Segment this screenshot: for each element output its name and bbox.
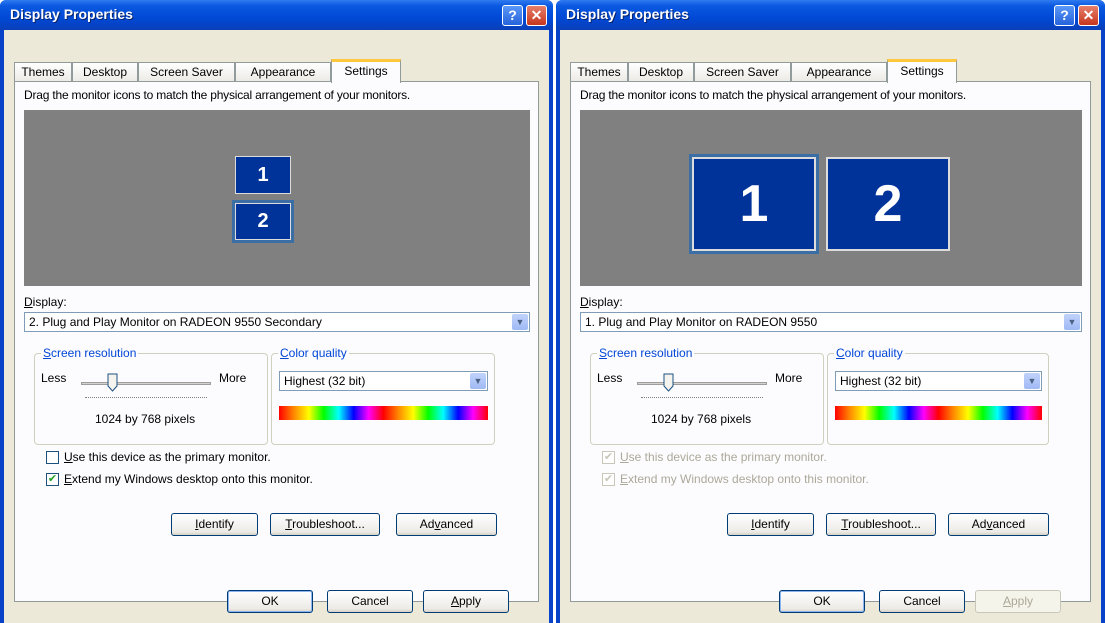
color-quality-value: Highest (32 bit) bbox=[840, 374, 922, 388]
cancel-button[interactable]: Cancel bbox=[327, 590, 413, 613]
color-quality-group: Color quality Highest (32 bit) ▼ bbox=[271, 346, 495, 445]
display-label: Display: bbox=[580, 295, 623, 309]
checkmark-icon: ✔ bbox=[603, 473, 614, 485]
window-title: Display Properties bbox=[566, 6, 689, 22]
color-quality-value: Highest (32 bit) bbox=[284, 374, 366, 388]
tab-settings[interactable]: Settings bbox=[887, 59, 957, 83]
instruction-text: Drag the monitor icons to match the phys… bbox=[24, 88, 411, 102]
tab-themes[interactable]: Themes bbox=[570, 62, 628, 81]
tab-appearance[interactable]: Appearance bbox=[235, 62, 331, 81]
ok-button[interactable]: OK bbox=[779, 590, 865, 613]
extend-desktop-label: Extend my Windows desktop onto this moni… bbox=[64, 472, 313, 486]
extend-desktop-checkbox[interactable]: ✔ bbox=[46, 473, 59, 486]
monitor-arrangement-area: 1 2 bbox=[580, 110, 1082, 286]
resolution-value: 1024 by 768 pixels bbox=[651, 412, 752, 426]
slider-ticks bbox=[85, 397, 207, 401]
question-mark-icon[interactable]: ? bbox=[502, 5, 523, 26]
apply-button[interactable]: Apply bbox=[423, 590, 509, 613]
close-x-icon[interactable]: ✕ bbox=[1078, 5, 1099, 26]
extend-desktop-checkbox[interactable]: ✔ bbox=[602, 473, 615, 486]
slider-thumb-icon[interactable] bbox=[107, 373, 118, 392]
display-properties-window-left: Display Properties ? ✕ Themes Desktop Sc… bbox=[0, 0, 553, 623]
checkmark-icon: ✔ bbox=[603, 451, 614, 463]
dialog-body: Themes Desktop Screen Saver Appearance S… bbox=[4, 30, 549, 623]
monitor-1[interactable]: 1 bbox=[235, 156, 291, 194]
color-spectrum-bar bbox=[279, 406, 488, 420]
extend-desktop-label: Extend my Windows desktop onto this moni… bbox=[620, 472, 869, 486]
monitor-arrangement-area: 1 2 bbox=[24, 110, 530, 286]
chevron-down-icon[interactable]: ▼ bbox=[512, 314, 528, 330]
window-title: Display Properties bbox=[10, 6, 133, 22]
tab-appearance[interactable]: Appearance bbox=[791, 62, 887, 81]
primary-monitor-label: Use this device as the primary monitor. bbox=[64, 450, 271, 464]
color-quality-title: Color quality bbox=[834, 346, 905, 360]
screen-resolution-group: Screen resolution Less More 1024 by 768 … bbox=[34, 346, 268, 445]
primary-monitor-checkbox[interactable] bbox=[46, 451, 59, 464]
dialog-body: Themes Desktop Screen Saver Appearance S… bbox=[560, 30, 1101, 623]
troubleshoot-button[interactable]: Troubleshoot... bbox=[826, 513, 936, 536]
close-x-icon[interactable]: ✕ bbox=[526, 5, 547, 26]
question-mark-icon[interactable]: ? bbox=[1054, 5, 1075, 26]
title-bar[interactable]: Display Properties ? ✕ bbox=[0, 0, 553, 30]
monitor-1[interactable]: 1 bbox=[689, 154, 819, 254]
chevron-down-icon[interactable]: ▼ bbox=[470, 373, 486, 389]
checkmark-icon: ✔ bbox=[47, 473, 58, 485]
less-label: Less bbox=[41, 371, 67, 385]
display-select[interactable]: 1. Plug and Play Monitor on RADEON 9550 … bbox=[580, 312, 1082, 332]
chevron-down-icon[interactable]: ▼ bbox=[1064, 314, 1080, 330]
color-quality-select[interactable]: Highest (32 bit) ▼ bbox=[835, 371, 1042, 391]
resolution-slider-track[interactable] bbox=[637, 382, 767, 385]
screen-resolution-title: Screen resolution bbox=[41, 346, 139, 360]
tab-screen-saver[interactable]: Screen Saver bbox=[694, 62, 791, 81]
resolution-value: 1024 by 768 pixels bbox=[95, 412, 196, 426]
cancel-button[interactable]: Cancel bbox=[879, 590, 965, 613]
color-spectrum-bar bbox=[835, 406, 1042, 420]
chevron-down-icon[interactable]: ▼ bbox=[1024, 373, 1040, 389]
screen-resolution-group: Screen resolution Less More 1024 by 768 … bbox=[590, 346, 824, 445]
advanced-button[interactable]: Advanced bbox=[396, 513, 497, 536]
display-select-value: 1. Plug and Play Monitor on RADEON 9550 bbox=[585, 315, 818, 329]
display-label: Display: bbox=[24, 295, 67, 309]
apply-button[interactable]: Apply bbox=[975, 590, 1061, 613]
ok-button[interactable]: OK bbox=[227, 590, 313, 613]
display-select-value: 2. Plug and Play Monitor on RADEON 9550 … bbox=[29, 315, 322, 329]
display-properties-window-right: Display Properties ? ✕ Themes Desktop Sc… bbox=[556, 0, 1105, 623]
instruction-text: Drag the monitor icons to match the phys… bbox=[580, 88, 967, 102]
troubleshoot-button[interactable]: Troubleshoot... bbox=[270, 513, 380, 536]
screen-resolution-title: Screen resolution bbox=[597, 346, 695, 360]
more-label: More bbox=[775, 371, 803, 385]
color-quality-group: Color quality Highest (32 bit) ▼ bbox=[827, 346, 1049, 445]
display-select[interactable]: 2. Plug and Play Monitor on RADEON 9550 … bbox=[24, 312, 530, 332]
slider-thumb-icon[interactable] bbox=[663, 373, 674, 392]
tab-desktop[interactable]: Desktop bbox=[628, 62, 694, 81]
more-label: More bbox=[219, 371, 247, 385]
identify-button[interactable]: Identify bbox=[171, 513, 258, 536]
primary-monitor-checkbox[interactable]: ✔ bbox=[602, 451, 615, 464]
less-label: Less bbox=[597, 371, 623, 385]
tab-themes[interactable]: Themes bbox=[14, 62, 72, 81]
monitor-2[interactable]: 2 bbox=[826, 157, 950, 251]
resolution-slider-track[interactable] bbox=[81, 382, 211, 385]
monitor-2[interactable]: 2 bbox=[232, 200, 294, 243]
tab-settings[interactable]: Settings bbox=[331, 59, 401, 83]
tab-desktop[interactable]: Desktop bbox=[72, 62, 138, 81]
primary-monitor-label: Use this device as the primary monitor. bbox=[620, 450, 827, 464]
advanced-button[interactable]: Advanced bbox=[948, 513, 1049, 536]
identify-button[interactable]: Identify bbox=[727, 513, 814, 536]
tab-screen-saver[interactable]: Screen Saver bbox=[138, 62, 235, 81]
title-bar[interactable]: Display Properties ? ✕ bbox=[556, 0, 1105, 30]
settings-panel: Drag the monitor icons to match the phys… bbox=[14, 81, 539, 602]
color-quality-title: Color quality bbox=[278, 346, 349, 360]
settings-panel: Drag the monitor icons to match the phys… bbox=[570, 81, 1091, 602]
color-quality-select[interactable]: Highest (32 bit) ▼ bbox=[279, 371, 488, 391]
slider-ticks bbox=[641, 397, 763, 401]
